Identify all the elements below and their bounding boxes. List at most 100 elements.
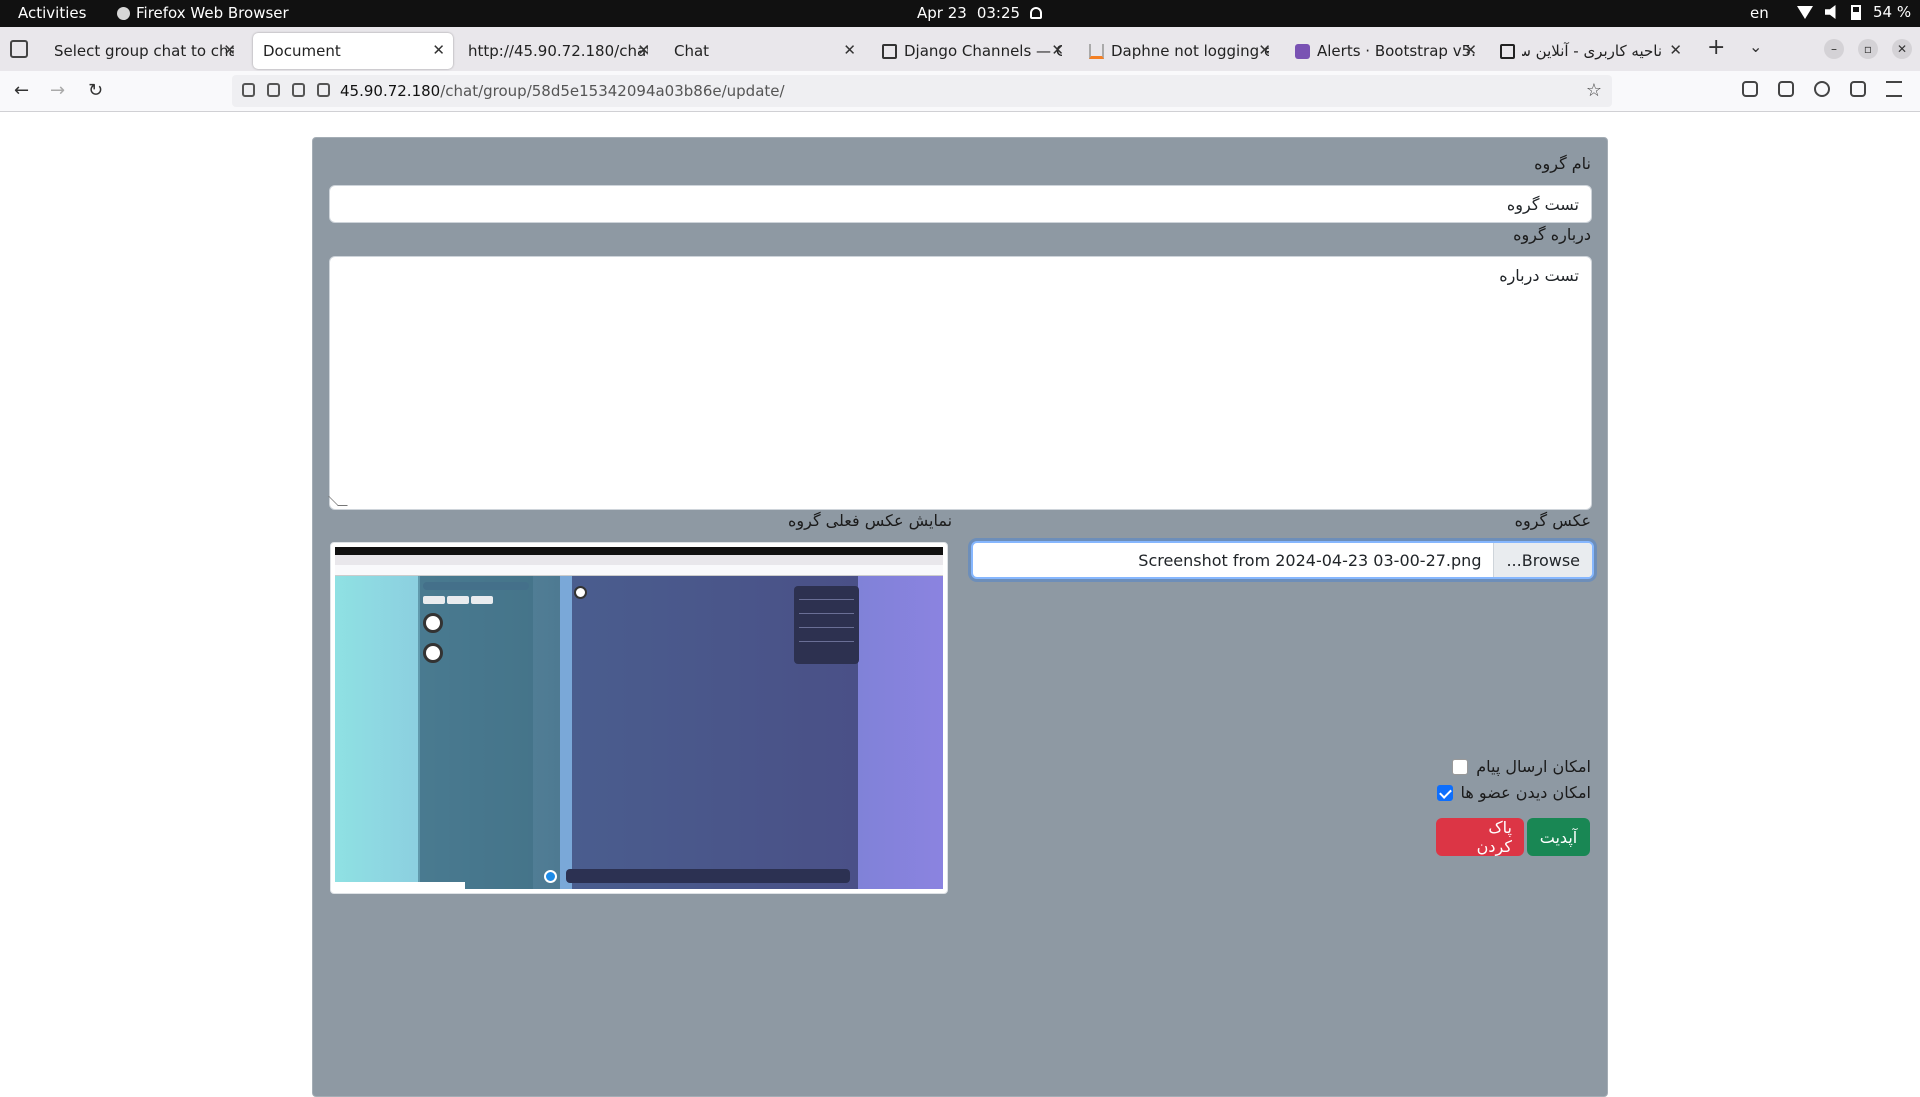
tab-strip: Select group chat to chan ✕ Document ✕ h… [0,27,1920,71]
close-window-icon[interactable]: ✕ [1892,39,1912,59]
group-about-textarea[interactable]: تست درباره [328,256,1592,510]
tab-user-area[interactable]: ناحیه کاربری - آنلاین س ✕ [1490,33,1690,69]
clear-button[interactable]: پاک کردن [1436,818,1524,856]
site-icon [1500,43,1515,59]
mini-avatar [574,586,587,599]
forward-icon[interactable]: → [50,80,65,101]
system-tray[interactable]: 54 % [1797,3,1911,21]
tab-bootstrap-alerts[interactable]: Alerts · Bootstrap v5.3 ✕ [1285,33,1485,69]
minimize-icon[interactable]: – [1824,39,1844,59]
shield-icon [242,83,255,97]
clock[interactable]: Apr 23 03:25 [917,4,1043,22]
view-members-checkbox[interactable] [1436,784,1453,801]
send-message-label: امکان ارسال پیام [1476,757,1591,776]
url-path: /chat/group/58d5e15342094a03b86e/update/ [440,82,785,100]
stackoverflow-icon [1089,43,1104,59]
close-icon[interactable]: ✕ [223,41,236,59]
mini-avatar [423,643,443,663]
site-info-icons[interactable] [242,83,330,97]
new-tab-icon[interactable]: + [1707,35,1725,60]
tab-label: Document [263,42,341,60]
bookmark-star-icon[interactable]: ☆ [1586,80,1602,101]
maximize-icon[interactable]: ▫ [1858,39,1878,59]
tab-chat-url[interactable]: http://45.90.72.180/chat/ ✕ [458,33,658,69]
mini-status-bar [335,882,465,889]
mini-message-input [566,869,850,883]
close-icon[interactable]: ✕ [637,41,650,59]
mini-search-field [423,582,529,590]
account-icon[interactable] [1814,81,1830,97]
reload-icon[interactable]: ↻ [88,80,103,101]
keyboard-language[interactable]: en [1750,4,1769,22]
close-icon[interactable]: ✕ [1051,41,1064,59]
selected-file-name: Screenshot from 2024-04-23 03-00-27.png [1138,550,1482,570]
current-group-image [330,542,948,894]
tab-document[interactable]: Document ✕ [253,33,453,69]
tab-select-group-chat[interactable]: Select group chat to chan ✕ [44,33,244,69]
volume-icon [1825,5,1836,19]
group-about-label: درباره گروه [1513,225,1591,244]
clock-date: Apr 23 [917,4,967,22]
group-update-form: نام گروه تست گروه درباره گروه تست درباره… [312,137,1608,1097]
group-image-label: عکس گروه [1514,511,1591,530]
mini-tab-buttons [423,596,493,604]
tab-label: http://45.90.72.180/chat/ [468,42,648,60]
app-name: Firefox Web Browser [136,4,289,22]
send-message-option[interactable]: امکان ارسال پیام [1452,757,1591,776]
send-message-checkbox[interactable] [1452,758,1469,775]
app-menu[interactable]: Firefox Web Browser [117,4,289,22]
update-button[interactable]: آپدیت [1527,818,1590,856]
url-host: 45.90.72.180 [340,82,441,100]
system-top-bar: Activities Firefox Web Browser Apr 23 03… [0,0,1920,27]
view-members-option[interactable]: امکان دیدن عضو ها [1436,783,1591,802]
clock-time: 03:25 [976,4,1021,22]
notification-bell-icon [1030,7,1043,19]
mini-tab-strip [335,555,943,565]
close-icon[interactable]: ✕ [843,41,856,59]
group-name-label: نام گروه [1534,154,1591,173]
group-image-file-input[interactable]: Browse... Screenshot from 2024-04-23 03-… [971,541,1594,579]
mini-top-bar [335,547,943,555]
tab-label: Alerts · Bootstrap v5.3 [1317,42,1475,60]
mini-add-button [544,870,557,883]
tab-chat[interactable]: Chat ✕ [664,33,864,69]
close-icon[interactable]: ✕ [432,41,445,59]
back-icon[interactable]: ← [14,80,29,101]
group-name-input[interactable]: تست گروه [329,185,1592,223]
close-icon[interactable]: ✕ [1258,41,1271,59]
extensions-icon[interactable] [1850,81,1866,97]
insecure-lock-icon [267,83,280,97]
tab-label: ناحیه کاربری - آنلاین س [1522,42,1662,60]
downloads-icon[interactable] [1778,81,1794,97]
pocket-icon[interactable] [1742,81,1758,97]
toolbar-right [1742,81,1902,97]
group-image-screenshot [335,547,943,889]
tracking-icon [317,83,330,97]
browse-button[interactable]: Browse... [1493,543,1592,577]
firefox-icon [117,6,130,20]
tab-daphne[interactable]: Daphne not logging er ✕ [1079,33,1279,69]
mini-avatar [423,613,443,633]
activities-button[interactable]: Activities [18,4,86,22]
chevron-down-icon[interactable]: ⌄ [1749,37,1762,56]
url-bar[interactable]: 45.90.72.180/chat/group/58d5e15342094a03… [232,75,1612,107]
tab-label: Select group chat to chan [54,42,234,60]
tab-label: Django Channels — Ch [904,42,1062,60]
firefox-view-icon[interactable] [10,40,28,58]
permissions-icon [292,83,305,97]
tab-label: Chat [674,42,710,60]
tab-django-channels[interactable]: Django Channels — Ch ✕ [872,33,1072,69]
group-about-value: تست درباره [1499,266,1579,285]
menu-icon[interactable] [1886,81,1902,97]
close-icon[interactable]: ✕ [1464,41,1477,59]
battery-percentage: 54 % [1873,3,1912,21]
view-members-label: امکان دیدن عضو ها [1460,783,1591,802]
url-text: 45.90.72.180/chat/group/58d5e15342094a03… [340,82,785,100]
tab-label: Daphne not logging er [1111,42,1269,60]
close-icon[interactable]: ✕ [1669,41,1682,59]
resize-handle-icon[interactable] [328,496,348,506]
battery-icon [1851,4,1861,20]
mini-context-menu [794,586,859,664]
current-image-preview-label: نمایش عکس فعلی گروه [788,511,953,530]
mini-nav-bar [335,565,943,576]
